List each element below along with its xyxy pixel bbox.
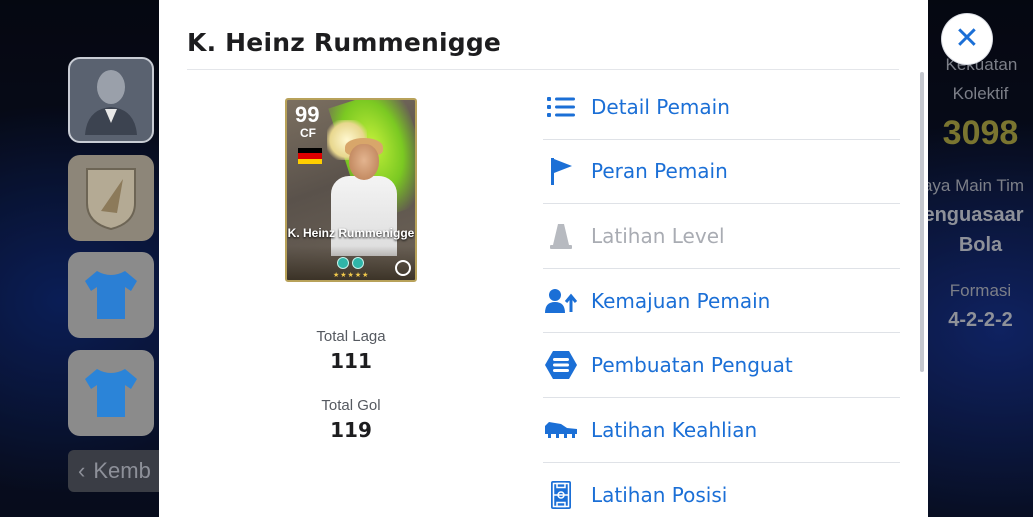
card-stars: ★★★★★ — [333, 271, 370, 279]
germany-flag-icon — [298, 148, 322, 164]
player-position: CF — [300, 126, 316, 140]
menu-item-player-role[interactable]: Peran Pemain — [543, 140, 900, 205]
menu-item-position-training[interactable]: Latihan Posisi — [543, 463, 900, 517]
chevron-left-icon: ‹ — [78, 458, 86, 483]
player-menu-dialog: K. Heinz Rummenigge 99 CF K. Heinz Rumme… — [159, 0, 928, 517]
flag-icon — [545, 155, 577, 187]
strength-value: 3098 — [942, 114, 1019, 152]
goals-stat: Total Gol 119 — [271, 397, 431, 442]
efootball-logo-icon — [395, 260, 411, 276]
play-style-value-line2: Bola — [958, 234, 1003, 256]
title-divider — [187, 69, 899, 70]
boot-icon — [545, 414, 577, 446]
skill-dot-icon — [337, 257, 349, 269]
list-icon — [545, 91, 577, 123]
menu-item-label: Latihan Level — [591, 223, 725, 248]
manager-avatar[interactable] — [68, 57, 154, 143]
pitch-icon — [545, 479, 577, 511]
formation-label: Formasi — [949, 281, 1012, 300]
home-kit[interactable] — [68, 252, 154, 338]
skill-dot-icon — [352, 257, 364, 269]
jersey-icon — [85, 369, 137, 417]
player-rating: 99 — [295, 102, 320, 127]
back-button-label: Kemb — [93, 458, 151, 483]
menu-item-label: Latihan Posisi — [591, 482, 728, 507]
back-button[interactable]: ‹ Kemb — [68, 450, 168, 492]
formation-value: 4-2-2-2 — [948, 309, 1013, 331]
player-name-title: K. Heinz Rummenigge — [187, 28, 502, 57]
player-progress-icon — [545, 285, 577, 317]
menu-item-label: Kemajuan Pemain — [591, 288, 771, 313]
close-icon: ✕ — [954, 21, 980, 56]
card-player-name: K. Heinz Rummenigge — [287, 226, 415, 240]
menu-item-label: Peran Pemain — [591, 159, 728, 184]
menu-item-level-training[interactable]: Latihan Level — [543, 204, 900, 269]
player-card[interactable]: 99 CF K. Heinz Rummenigge ★★★★★ — [285, 98, 417, 282]
matches-label: Total Laga — [316, 328, 386, 345]
club-emblem[interactable] — [68, 155, 154, 241]
cone-icon — [545, 220, 577, 252]
menu-item-player-details[interactable]: Detail Pemain — [543, 75, 900, 140]
menu-item-skill-training[interactable]: Latihan Keahlian — [543, 398, 900, 463]
goals-value: 119 — [330, 418, 372, 442]
play-style-value: enguasaar — [923, 204, 1024, 226]
matches-stat: Total Laga 111 — [271, 328, 431, 373]
team-stats-panel: Kekuatan Kolektif 3098 aya Main Tim engu… — [923, 50, 1033, 335]
booster-icon — [545, 349, 577, 381]
jersey-icon — [85, 271, 137, 319]
club-crest-icon — [86, 168, 136, 231]
menu-item-booster-creation[interactable]: Pembuatan Penguat — [543, 333, 900, 398]
skill-badges — [337, 257, 364, 269]
menu-item-label: Detail Pemain — [591, 94, 730, 119]
player-shirt — [331, 176, 397, 256]
menu-item-label: Pembuatan Penguat — [591, 353, 793, 378]
player-action-menu: Detail Pemain Peran Pemain Latihan Level — [543, 75, 900, 517]
play-style-label: aya Main Tim — [922, 176, 1025, 195]
menu-item-label: Latihan Keahlian — [591, 417, 758, 442]
scrollbar[interactable] — [920, 72, 924, 372]
person-icon — [85, 70, 137, 135]
close-button[interactable]: ✕ — [942, 14, 992, 64]
player-face — [349, 144, 379, 180]
away-kit[interactable] — [68, 350, 154, 436]
menu-item-player-progress[interactable]: Kemajuan Pemain — [543, 269, 900, 334]
goals-label: Total Gol — [321, 397, 381, 414]
matches-value: 111 — [330, 349, 372, 373]
